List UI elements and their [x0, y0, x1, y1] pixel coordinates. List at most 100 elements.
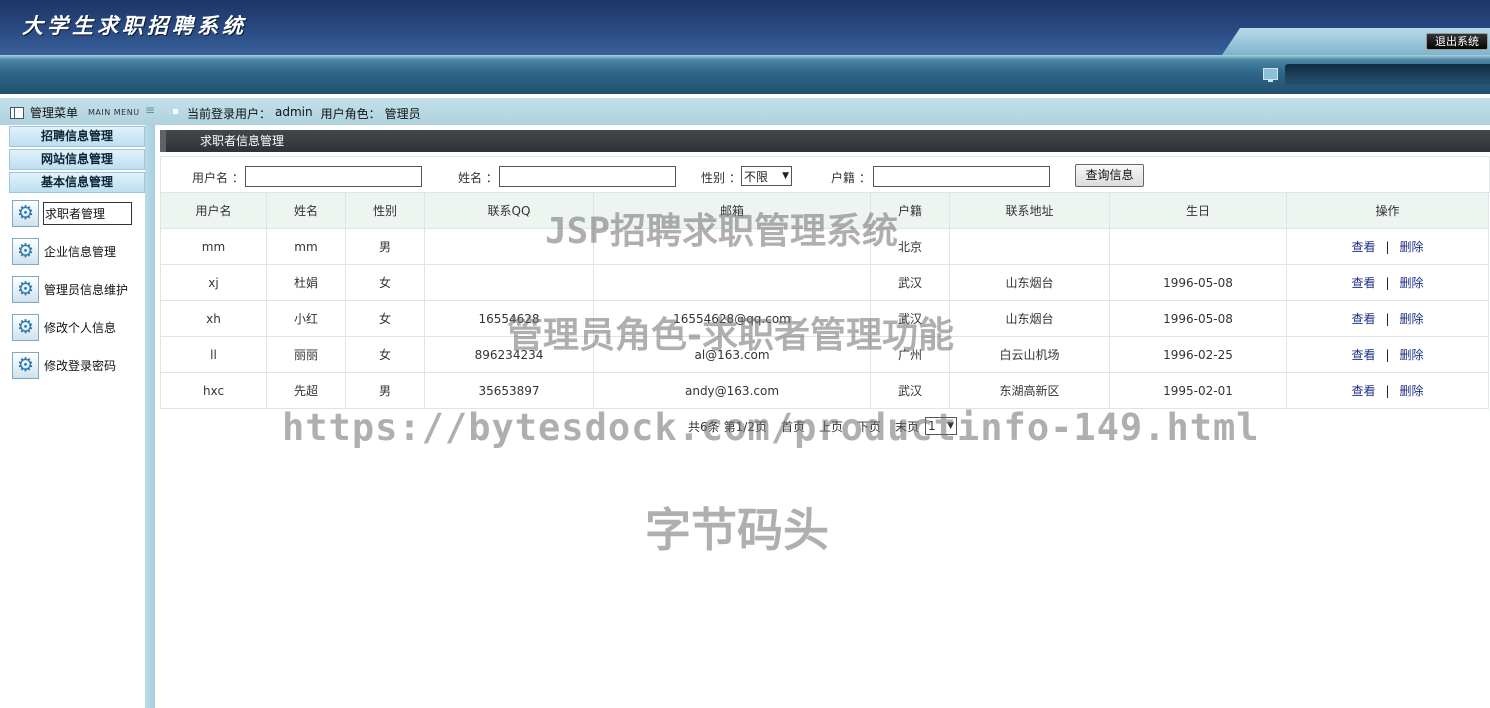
table-row: xj 杜娟 女 武汉 山东烟台 1996-05-08 查看 | 删除	[160, 264, 1489, 301]
pager-next-link[interactable]: 下页	[857, 418, 881, 435]
col-header-address: 联系地址	[949, 192, 1110, 229]
cell-name: 杜娟	[266, 264, 346, 301]
chevron-down-icon: ▼	[947, 421, 955, 431]
app-title: 大学生求职招聘系统	[22, 13, 247, 38]
jobseeker-table: 用户名 姓名 性别 联系QQ 邮箱 户籍 联系地址 生日 操作 mm mm 男 …	[160, 192, 1489, 409]
sidebar-item-jobseekers[interactable]: ⚙ 求职者管理	[12, 198, 133, 228]
cell-hukou: 武汉	[870, 264, 950, 301]
action-separator: |	[1385, 312, 1390, 326]
pager-page-select[interactable]: 1 ▼	[925, 417, 958, 435]
username-input[interactable]	[245, 166, 422, 187]
sidebar-item-label: 求职者管理	[43, 201, 133, 225]
gear-icon: ⚙	[12, 313, 39, 341]
role-name: 管理员	[384, 107, 421, 121]
cell-email	[593, 228, 871, 265]
cell-username: ll	[160, 336, 267, 373]
cell-gender: 女	[345, 300, 425, 337]
menu-panel-icon	[10, 106, 24, 119]
action-separator: |	[1385, 384, 1390, 398]
pager-selected-value: 1	[928, 419, 936, 433]
delete-link[interactable]: 删除	[1400, 348, 1424, 362]
gear-icon: ⚙	[12, 199, 39, 227]
view-link[interactable]: 查看	[1351, 276, 1375, 290]
name-input[interactable]	[499, 166, 676, 187]
action-separator: |	[1385, 276, 1390, 290]
col-header-username: 用户名	[160, 192, 267, 229]
view-link[interactable]: 查看	[1351, 312, 1375, 326]
current-user-info: 当前登录用户： admin 用户角色： 管理员	[173, 105, 421, 122]
cell-name: 丽丽	[266, 336, 346, 373]
cell-email: andy@163.com	[593, 372, 871, 409]
cell-address: 白云山机场	[949, 336, 1110, 373]
cell-gender: 女	[345, 336, 425, 373]
cell-hukou: 广州	[870, 336, 950, 373]
cell-name: 先超	[266, 372, 346, 409]
sidebar-item-companies[interactable]: ⚙ 企业信息管理	[12, 236, 117, 266]
menu-heading-label: 管理菜单	[30, 106, 79, 120]
cell-email	[593, 264, 871, 301]
panel-title: 求职者信息管理	[160, 130, 1490, 152]
menu-toggle-icon[interactable]: ≡	[145, 104, 155, 116]
cell-username: xj	[160, 264, 267, 301]
cell-hukou: 武汉	[870, 372, 950, 409]
cell-name: 小红	[266, 300, 346, 337]
cell-username: mm	[160, 228, 267, 265]
sidebar-category-basic[interactable]: 基本信息管理	[9, 172, 145, 193]
hukou-input[interactable]	[873, 166, 1050, 187]
sidebar-item-password[interactable]: ⚙ 修改登录密码	[12, 350, 117, 380]
col-header-gender: 性别	[345, 192, 425, 229]
delete-link[interactable]: 删除	[1400, 240, 1424, 254]
view-link[interactable]: 查看	[1351, 384, 1375, 398]
sidebar-category-website[interactable]: 网站信息管理	[9, 149, 145, 170]
pager-first-link[interactable]: 首页	[781, 418, 805, 435]
delete-link[interactable]: 删除	[1400, 384, 1424, 398]
table-row: hxc 先超 男 35653897 andy@163.com 武汉 东湖高新区 …	[160, 372, 1489, 409]
pager-total: 共6条	[688, 419, 720, 434]
cell-qq: 35653897	[424, 372, 594, 409]
hukou-label: 户籍 ：	[831, 171, 871, 185]
gear-icon: ⚙	[12, 275, 39, 303]
col-header-actions: 操作	[1286, 192, 1489, 229]
cell-email: al@163.com	[593, 336, 871, 373]
username-label: 用户名 ：	[192, 171, 244, 185]
cell-username: xh	[160, 300, 267, 337]
table-header-row: 用户名 姓名 性别 联系QQ 邮箱 户籍 联系地址 生日 操作	[160, 192, 1489, 229]
gear-icon: ⚙	[12, 237, 39, 265]
bullet-icon	[173, 109, 178, 114]
gender-selected-value: 不限	[744, 169, 769, 184]
pager-page-info: 第1/2页	[723, 419, 767, 434]
watermark-brand: 字节码头	[645, 503, 829, 557]
pager-prev-link[interactable]: 上页	[819, 418, 843, 435]
table-row: ll 丽丽 女 896234234 al@163.com 广州 白云山机场 19…	[160, 336, 1489, 373]
delete-link[interactable]: 删除	[1400, 312, 1424, 326]
cell-gender: 女	[345, 264, 425, 301]
view-link[interactable]: 查看	[1351, 348, 1375, 362]
cell-birthday: 1996-05-08	[1109, 264, 1287, 301]
name-label: 姓名 ：	[458, 171, 498, 185]
nav-bar	[0, 55, 1490, 94]
delete-link[interactable]: 删除	[1400, 276, 1424, 290]
table-row: xh 小红 女 16554628 16554628@qq.com 武汉 山东烟台…	[160, 300, 1489, 337]
view-link[interactable]: 查看	[1351, 240, 1375, 254]
role-prefix: 用户角色：	[320, 107, 381, 121]
sidebar-item-profile[interactable]: ⚙ 修改个人信息	[12, 312, 117, 342]
cell-birthday: 1996-02-25	[1109, 336, 1287, 373]
logout-button[interactable]: 退出系统	[1426, 33, 1488, 50]
cell-qq: 896234234	[424, 336, 594, 373]
cell-gender: 男	[345, 372, 425, 409]
cell-actions: 查看 | 删除	[1286, 264, 1489, 301]
sub-bar: 管理菜单 MAIN MENU ≡ 当前登录用户： admin 用户角色： 管理员	[0, 98, 1490, 125]
sidebar-divider	[145, 125, 155, 708]
pager-last-link[interactable]: 末页	[895, 418, 919, 435]
cell-hukou: 武汉	[870, 300, 950, 337]
sidebar: 招聘信息管理 网站信息管理 基本信息管理 ⚙ 求职者管理 ⚙ 企业信息管理 ⚙ …	[0, 125, 155, 708]
sidebar-item-admins[interactable]: ⚙ 管理员信息维护	[12, 274, 129, 304]
cell-actions: 查看 | 删除	[1286, 336, 1489, 373]
search-button[interactable]: 查询信息	[1075, 164, 1144, 187]
chevron-down-icon: ▼	[782, 171, 789, 181]
sidebar-category-recruit[interactable]: 招聘信息管理	[9, 126, 145, 147]
gender-select[interactable]: 不限 ▼	[741, 166, 792, 186]
app-header: 大学生求职招聘系统 退出系统	[0, 0, 1490, 55]
col-header-birthday: 生日	[1109, 192, 1287, 229]
cell-username: hxc	[160, 372, 267, 409]
